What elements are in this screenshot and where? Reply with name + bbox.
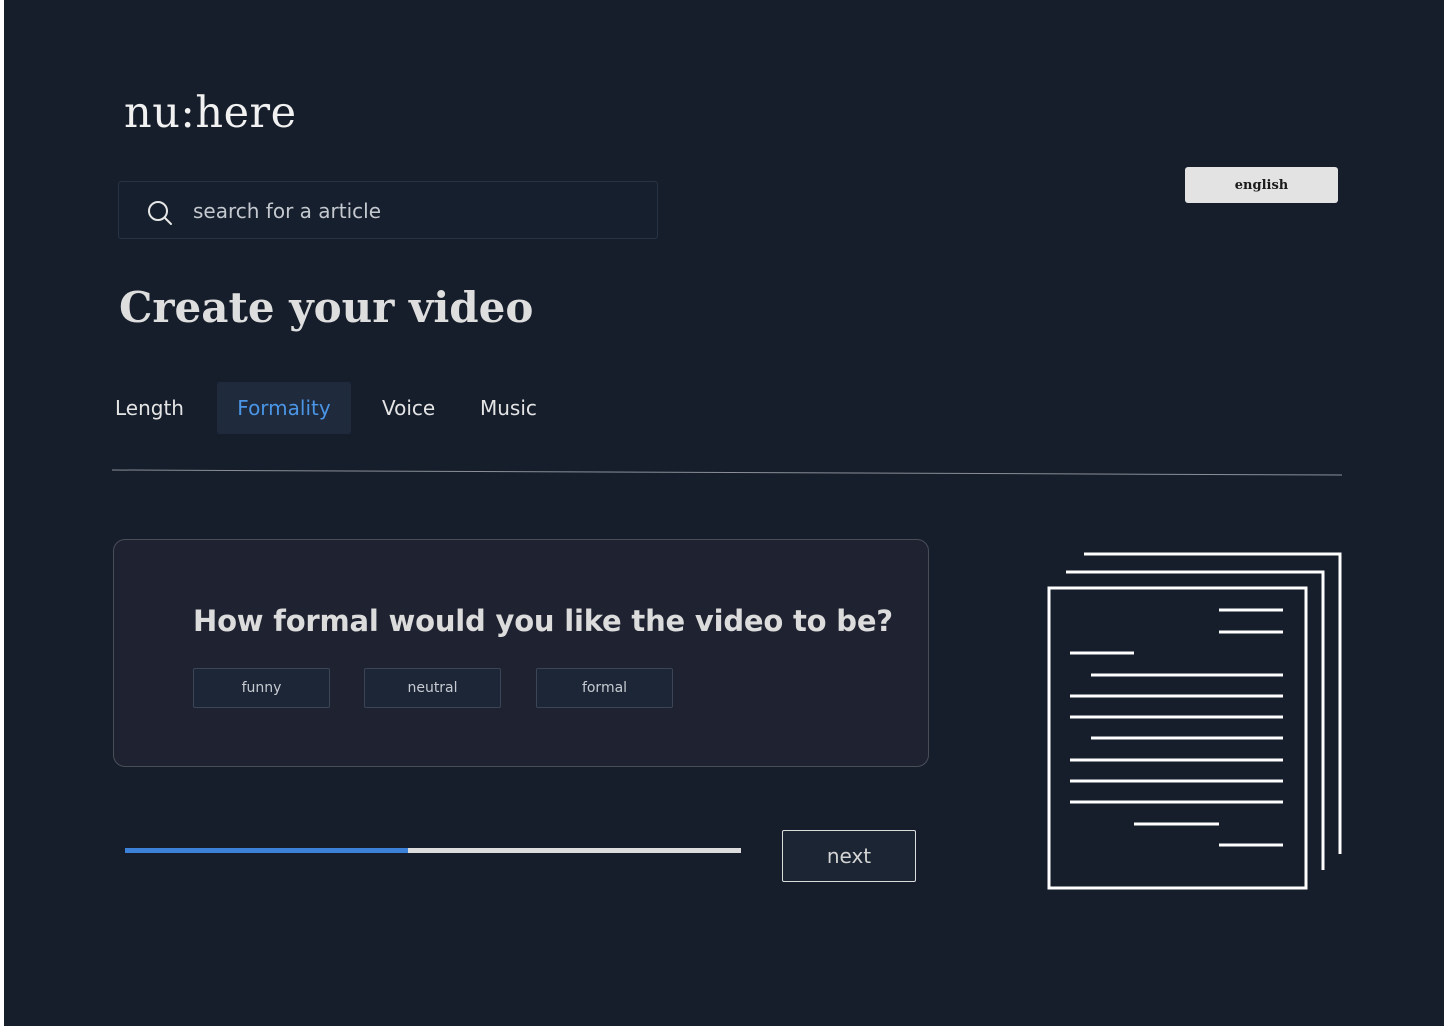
page-title: Create your video xyxy=(119,283,534,332)
app-frame: nu:here english Create your video Length… xyxy=(4,0,1444,1026)
tabs-divider xyxy=(112,469,1343,476)
option-neutral[interactable]: neutral xyxy=(364,668,501,708)
tab-music[interactable]: Music xyxy=(480,382,537,434)
tab-length[interactable]: Length xyxy=(115,382,184,434)
search-bar[interactable] xyxy=(118,181,658,239)
question-text: How formal would you like the video to b… xyxy=(193,604,893,638)
tab-voice[interactable]: Voice xyxy=(382,382,435,434)
option-formal[interactable]: formal xyxy=(536,668,673,708)
tab-formality[interactable]: Formality xyxy=(217,382,351,434)
progress-bar xyxy=(125,848,741,853)
progress-bar-fill xyxy=(125,848,409,853)
question-card: How formal would you like the video to b… xyxy=(113,539,929,767)
option-funny[interactable]: funny xyxy=(193,668,330,708)
next-button[interactable]: next xyxy=(782,830,916,882)
document-stack-icon xyxy=(1047,552,1342,890)
search-input[interactable] xyxy=(191,196,635,226)
search-icon xyxy=(147,200,173,231)
language-button[interactable]: english xyxy=(1185,167,1338,203)
logo: nu:here xyxy=(124,88,297,138)
